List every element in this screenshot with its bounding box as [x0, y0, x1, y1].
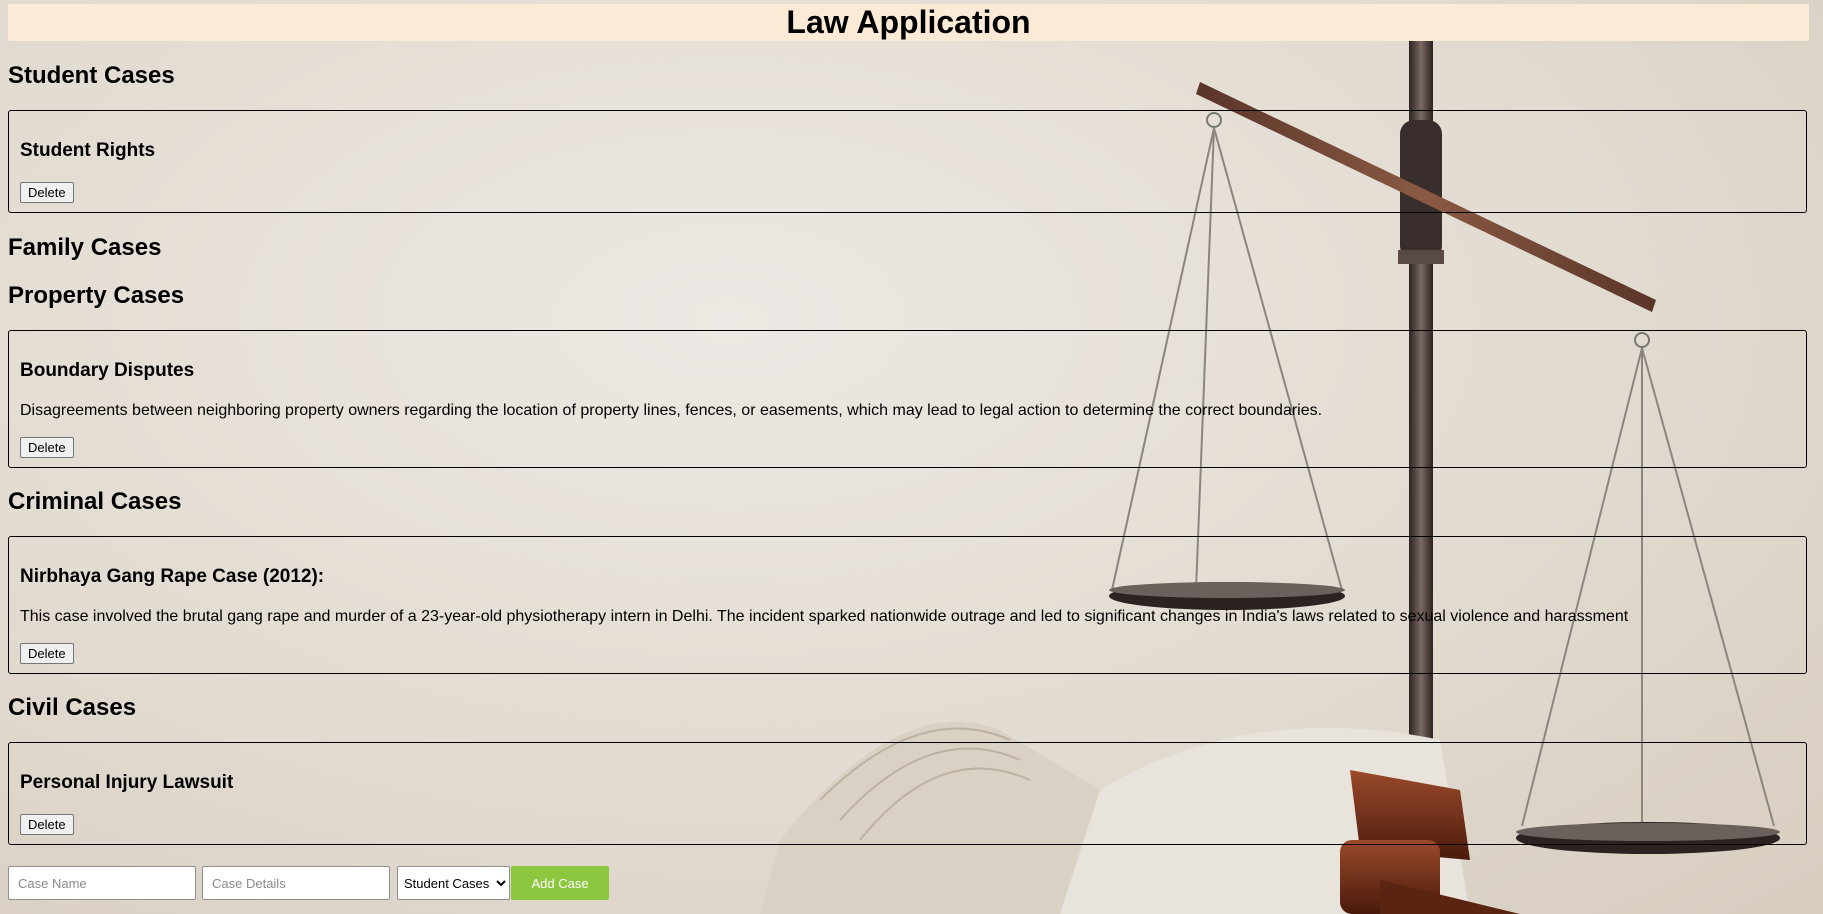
case-name-input[interactable]	[8, 866, 196, 900]
case-card: Personal Injury Lawsuit Delete	[8, 742, 1807, 845]
case-title: Personal Injury Lawsuit	[20, 772, 234, 793]
delete-button[interactable]: Delete	[20, 437, 74, 458]
title-bar: Law Application	[8, 4, 1809, 41]
case-details: This case involved the brutal gang rape …	[20, 608, 1629, 625]
delete-button[interactable]: Delete	[20, 182, 74, 203]
case-title: Student Rights	[20, 140, 156, 161]
category-heading-family: Family Cases	[8, 234, 162, 261]
category-heading-civil: Civil Cases	[8, 694, 137, 721]
app-title: Law Application	[786, 4, 1031, 40]
case-card: Nirbhaya Gang Rape Case (2012): This cas…	[8, 536, 1807, 674]
case-title: Nirbhaya Gang Rape Case (2012):	[20, 566, 325, 587]
case-title: Boundary Disputes	[20, 360, 195, 381]
delete-button[interactable]: Delete	[20, 814, 74, 835]
category-heading-property: Property Cases	[8, 282, 185, 309]
case-details-input[interactable]	[202, 866, 390, 900]
case-details: Disagreements between neighboring proper…	[20, 402, 1323, 419]
category-heading-student: Student Cases	[8, 62, 175, 89]
category-select[interactable]: Student Cases	[397, 866, 510, 900]
add-case-button[interactable]: Add Case	[511, 866, 609, 900]
case-card: Student Rights Delete	[8, 110, 1807, 213]
delete-button[interactable]: Delete	[20, 643, 74, 664]
category-heading-criminal: Criminal Cases	[8, 488, 182, 515]
case-card: Boundary Disputes Disagreements between …	[8, 330, 1807, 468]
